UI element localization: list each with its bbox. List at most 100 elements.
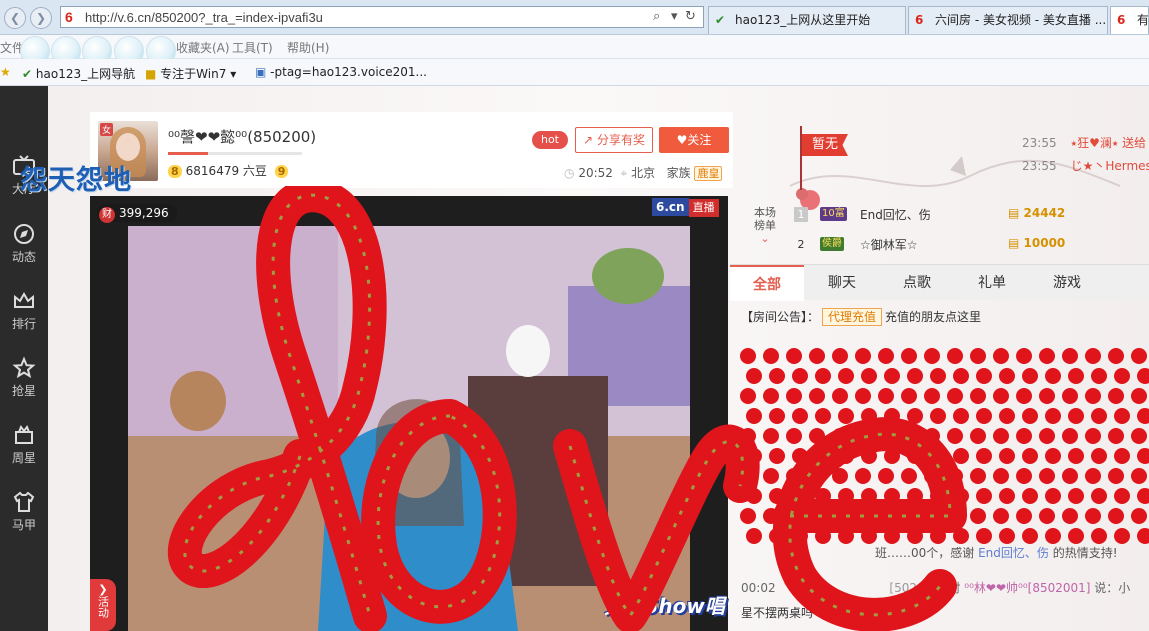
rank-title[interactable]: 本场榜单 ⌄ [750,206,780,245]
rose-dot [740,348,756,364]
activity-button[interactable]: ❯ 活动 [90,579,116,631]
browser-tab-current[interactable]: 6 有颜... [1110,6,1149,34]
rose-dot [746,528,762,544]
star-icon[interactable]: ★ [0,65,11,79]
address-url[interactable]: http://v.6.cn/850200?_tra_=index-ipvafi3… [85,10,323,25]
agent-recharge-link[interactable]: 代理充值 [822,308,883,326]
wealth-icon: 财 [99,207,115,223]
browser-tab-hao123[interactable]: ✔ hao123_上网从这里开始 [708,6,906,34]
share-button[interactable]: ↗ 分享有奖 [575,127,653,153]
rose-dot [809,348,825,364]
rose-dot [792,448,808,464]
rose-dot [832,428,848,444]
rose-dot [976,488,992,504]
chevron-down-icon: ▾ [230,67,237,81]
rose-dot [746,448,762,464]
menu-help[interactable]: 帮助(H) [287,39,329,56]
browser-tab-6cn[interactable]: 6 六间房 - 美女视频 - 美女直播 ... [908,6,1108,34]
rank-row[interactable]: 1 10富 End回忆、伤 ▤ 24442 [794,202,1149,228]
rose-dot [1131,348,1147,364]
refresh-icon[interactable]: ↻ [685,9,696,24]
nav-ranking[interactable]: 排行 [0,283,48,343]
rose-dot [947,348,963,364]
rose-dot [970,348,986,364]
tab-all[interactable]: 全部 [730,265,804,301]
tab-chat[interactable]: 聊天 [805,265,879,301]
favorite-hao123[interactable]: ✔ hao123_上网导航 [22,65,135,82]
tab-label: 有颜... [1137,13,1149,27]
rose-dot [993,348,1009,364]
rose-dot [792,528,808,544]
rose-dot [976,528,992,544]
rose-dot [907,488,923,504]
video-player[interactable]: 财 399,296 6.cn 直播 ❯ 活动 秀场Show唱 [90,196,728,631]
browser-titlebar: ❮ ❯ 6 http://v.6.cn/850200?_tra_=index-i… [0,0,1149,35]
rose-dot [740,388,756,404]
rose-dot [815,408,831,424]
follow-label: 关注 [687,133,712,147]
chevron-right-icon: ❯ [98,583,108,596]
tab-gift-list[interactable]: 礼单 [955,265,1029,301]
rose-dot [930,528,946,544]
nav-grab-star[interactable]: 抢星 [0,350,48,410]
nav-week-star[interactable]: 周星 [0,417,48,477]
family-badge[interactable]: 鹿皇 [694,166,723,181]
coin-icon: ▤ [1008,206,1020,220]
rose-dot [999,448,1015,464]
chat-from-id[interactable]: [502008] [889,581,944,595]
nav-dynamic[interactable]: 动态 [0,216,48,276]
rose-dot [901,388,917,404]
rank-row[interactable]: 2 侯爵 ☆御林军☆ ▤ 10000 [794,232,1149,258]
rank-amount: ▤ 24442 [1008,206,1066,220]
rose-dot [838,408,854,424]
chat-to-user[interactable]: ⁰⁰林❤❤帅⁰⁰ [964,581,1027,595]
page-icon: ▣ [255,65,267,79]
tab-song-request[interactable]: 点歌 [880,265,954,301]
rose-dot [1137,528,1149,544]
rose-dot [878,428,894,444]
nav-vest[interactable]: 马甲 [0,484,48,544]
chat-to-id[interactable]: [8502001] [1028,581,1091,595]
rose-dot [769,488,785,504]
menu-bar: 文件 收藏夹(A) 工具(T) 帮助(H) [0,35,1149,66]
rose-dot [930,448,946,464]
favorite-ptag[interactable]: ▣ -ptag=hao123.voice201... [255,65,427,79]
rose-dot [1114,368,1130,384]
rose-dot [924,348,940,364]
rose-dot [1091,448,1107,464]
rose-dot [970,468,986,484]
tab-games[interactable]: 游戏 [1030,265,1104,301]
rank-badge: 10富 [820,207,847,221]
live-label: 直播 [688,199,719,217]
dropdown-icon[interactable]: ▾ [671,9,678,24]
rose-dot [930,368,946,384]
hot-badge: hot [532,131,568,149]
rose-dot [1062,348,1078,364]
gift-user[interactable]: End回忆、伤 [978,546,1049,560]
menu-tools[interactable]: 工具(T) [232,39,273,56]
notice-text: 充值的朋友点这里 [885,310,982,324]
rose-dot [1114,408,1130,424]
location-text: 北京 [631,166,656,180]
rose-dot [1091,408,1107,424]
rose-dot [1045,408,1061,424]
rose-dot [970,428,986,444]
follow-button[interactable]: ♥关注 [659,127,729,153]
rose-dot [1045,488,1061,504]
page-content: 大厅 动态 排行 抢星 周星 马甲 女 ⁰⁰謦❤❤懿⁰⁰(850200) 8 6… [0,86,1149,631]
menu-favorites[interactable]: 收藏夹(A) [176,39,230,56]
rose-dot [976,368,992,384]
favorite-win7[interactable]: ■ 专注于Win7 ▾ [145,65,236,82]
beans-count: 6816479 六豆 [185,164,267,178]
search-icon[interactable]: ⌕ [653,9,660,24]
address-bar[interactable]: 6 http://v.6.cn/850200?_tra_=index-ipvaf… [60,6,704,28]
rose-dot [924,468,940,484]
rose-dot [786,348,802,364]
rose-dot [786,468,802,484]
rose-dot [993,468,1009,484]
nav-label: 周星 [11,451,36,465]
chat-time: 00:02 [741,581,776,595]
forward-button[interactable]: ❯ [30,7,52,29]
back-button[interactable]: ❮ [4,7,26,29]
rose-dot [746,408,762,424]
